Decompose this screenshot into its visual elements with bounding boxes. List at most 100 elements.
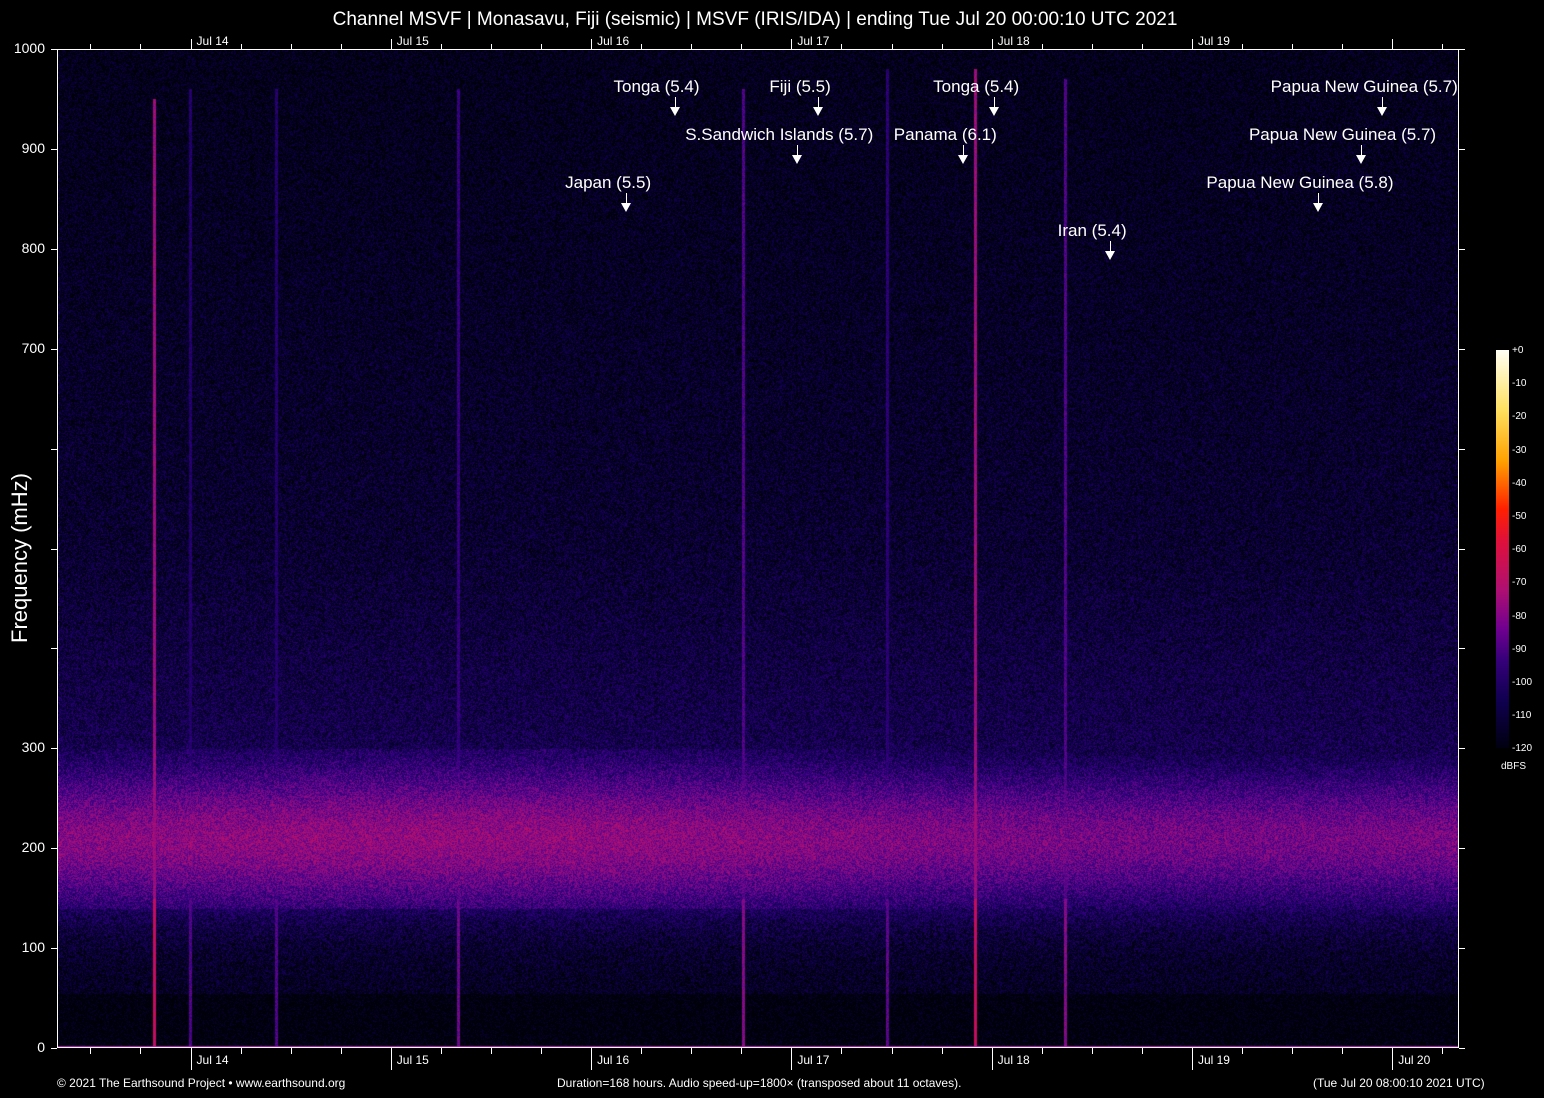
x-tick-label: Jul 20 [1398, 1053, 1430, 1067]
x-tick [1292, 1048, 1293, 1054]
x-tick-top [892, 44, 893, 49]
y-tick-label: 0 [0, 1039, 45, 1055]
y-tick-right [1459, 648, 1465, 649]
x-tick-top [241, 44, 242, 49]
x-tick-top [341, 44, 342, 49]
colorbar-tick-label: -40 [1512, 478, 1526, 489]
x-tick [1092, 1048, 1093, 1054]
event-annotation-label: Papua New Guinea (5.8) [1206, 173, 1393, 193]
y-tick-label: 900 [0, 140, 45, 156]
y-tick-label: 700 [0, 340, 45, 356]
x-tick [90, 1048, 91, 1054]
x-tick-top [541, 44, 542, 49]
y-tick-right [1459, 748, 1465, 749]
y-tick [51, 349, 57, 350]
event-annotation-label: Tonga (5.4) [933, 77, 1019, 97]
x-tick-top [641, 44, 642, 49]
x-tick [591, 1048, 592, 1070]
y-tick-label: 100 [0, 939, 45, 955]
x-tick-top [1142, 44, 1143, 49]
plot-frame [57, 49, 1459, 1048]
event-annotation-label: Papua New Guinea (5.7) [1249, 125, 1436, 145]
x-tick-top [1092, 44, 1093, 49]
x-tick [942, 1048, 943, 1054]
x-tick-label-top: Jul 16 [597, 34, 629, 48]
colorbar-tick-label: -90 [1512, 644, 1526, 655]
y-tick-label: 800 [0, 240, 45, 256]
y-tick-right [1459, 249, 1465, 250]
x-tick-top [491, 44, 492, 49]
y-tick-right [1459, 848, 1465, 849]
x-tick-top [1392, 39, 1393, 49]
event-annotation-label: Panama (6.1) [894, 125, 997, 145]
x-tick [140, 1048, 141, 1054]
y-tick-right [1459, 948, 1465, 949]
colorbar-tick-label: -100 [1512, 677, 1532, 688]
x-tick-top [1342, 44, 1343, 49]
x-tick [541, 1048, 542, 1054]
event-arrow-icon [963, 145, 964, 156]
x-tick [691, 1048, 692, 1054]
y-tick [51, 748, 57, 749]
x-tick-top [992, 39, 993, 49]
x-tick [191, 1048, 192, 1070]
x-tick-top [291, 44, 292, 49]
x-tick-top [1042, 44, 1043, 49]
x-tick-top [841, 44, 842, 49]
x-tick [1392, 1048, 1393, 1070]
colorbar-tick-label: +0 [1512, 345, 1523, 356]
x-tick-top [140, 44, 141, 49]
chart-title: Channel MSVF | Monasavu, Fiji (seismic) … [0, 9, 1510, 31]
y-tick [51, 49, 57, 50]
event-arrow-icon [1318, 193, 1319, 204]
event-arrow-icon [626, 193, 627, 204]
x-tick-label: Jul 14 [197, 1053, 229, 1067]
x-tick-top [1442, 44, 1443, 49]
colorbar [1496, 350, 1509, 748]
colorbar-tick-label: -110 [1512, 710, 1531, 721]
x-tick [791, 1048, 792, 1070]
x-tick [741, 1048, 742, 1054]
footer-copyright: © 2021 The Earthsound Project • www.eart… [57, 1076, 345, 1090]
event-arrow-icon [1361, 145, 1362, 156]
x-tick-label-top: Jul 15 [397, 34, 429, 48]
x-tick-top [441, 44, 442, 49]
event-arrow-icon [818, 97, 819, 108]
x-tick-top [791, 39, 792, 49]
event-arrow-icon [1110, 241, 1111, 252]
x-tick-label: Jul 19 [1198, 1053, 1230, 1067]
y-tick-label: 1000 [0, 40, 45, 56]
y-tick-label: 300 [0, 739, 45, 755]
y-tick [51, 1048, 57, 1049]
x-tick [1342, 1048, 1343, 1054]
event-annotation-label: Papua New Guinea (5.7) [1271, 77, 1458, 97]
event-annotation-label: Japan (5.5) [565, 173, 651, 193]
x-tick-label: Jul 17 [797, 1053, 829, 1067]
x-tick-label: Jul 15 [397, 1053, 429, 1067]
x-tick-top [391, 39, 392, 49]
x-tick-top [191, 39, 192, 49]
y-tick-right [1459, 49, 1465, 50]
footer-info: Duration=168 hours. Audio speed-up=1800×… [557, 1076, 961, 1090]
x-tick-label-top: Jul 17 [797, 34, 829, 48]
event-annotation-label: S.Sandwich Islands (5.7) [685, 125, 873, 145]
colorbar-tick-label: -80 [1512, 611, 1526, 622]
y-tick-right [1459, 549, 1465, 550]
colorbar-tick-label: -50 [1512, 511, 1526, 522]
colorbar-tick-label: -120 [1512, 743, 1532, 754]
colorbar-tick-label: -30 [1512, 445, 1526, 456]
colorbar-tick-label: -10 [1512, 378, 1526, 389]
y-tick [51, 848, 57, 849]
x-tick [1242, 1048, 1243, 1054]
y-tick-right [1459, 449, 1465, 450]
x-tick [841, 1048, 842, 1054]
x-tick [341, 1048, 342, 1054]
y-tick-right [1459, 149, 1465, 150]
footer-end-time: (Tue Jul 20 08:00:10 2021 UTC) [1313, 1076, 1485, 1090]
event-arrow-icon [675, 97, 676, 108]
colorbar-tick-label: -20 [1512, 411, 1526, 422]
x-tick-label-top: Jul 18 [998, 34, 1030, 48]
x-tick-top [591, 39, 592, 49]
y-tick [51, 249, 57, 250]
y-tick [51, 648, 57, 649]
